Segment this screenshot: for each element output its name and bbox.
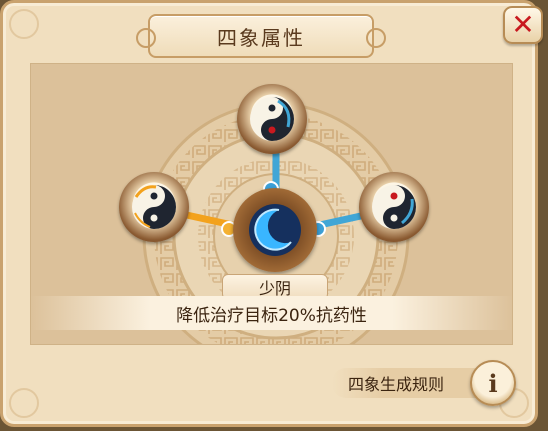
symbol-node-right[interactable] — [359, 172, 429, 242]
element-description: 降低治疗目标20%抗药性 — [30, 296, 513, 330]
rules-label[interactable]: 四象生成规则 — [332, 368, 478, 398]
corner-ornament — [9, 388, 39, 418]
symbol-node-top[interactable] — [237, 84, 307, 154]
info-icon: i — [488, 368, 498, 398]
yin-yang-icon-top — [250, 97, 294, 141]
dialog-title: 四象属性 — [136, 14, 386, 58]
symbol-node-left[interactable] — [119, 172, 189, 242]
close-button[interactable]: ✕ — [503, 6, 543, 44]
info-button[interactable]: i — [470, 360, 516, 406]
crescent-moon-icon — [249, 204, 301, 256]
active-element-orb[interactable] — [233, 188, 317, 272]
corner-ornament — [9, 9, 39, 39]
yin-yang-icon-left — [132, 185, 176, 229]
yin-yang-icon-right — [372, 185, 416, 229]
close-icon: ✕ — [511, 8, 535, 41]
